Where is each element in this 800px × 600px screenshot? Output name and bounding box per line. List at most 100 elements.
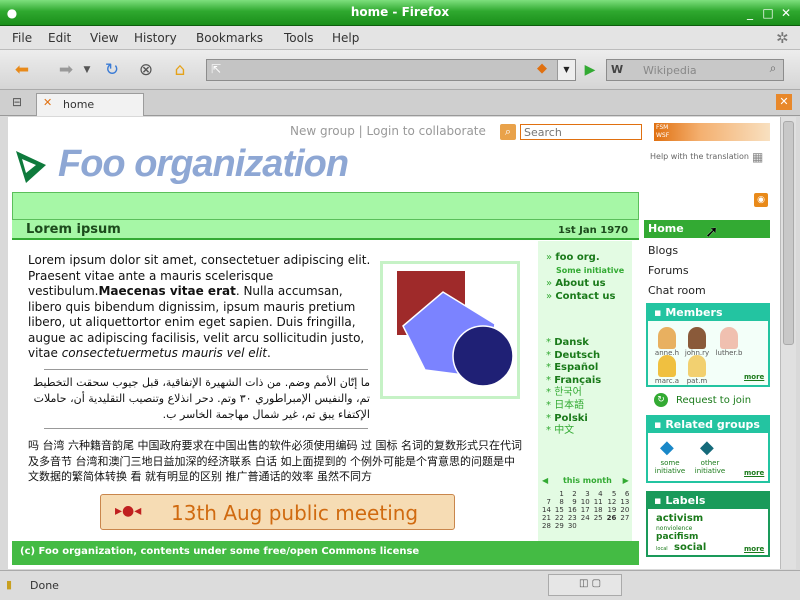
logo-icon[interactable] (14, 149, 48, 185)
site-logo-text[interactable]: Foo organization (58, 143, 349, 186)
vertical-scrollbar[interactable] (780, 117, 796, 569)
label-pacifism[interactable]: pacifism (656, 532, 698, 542)
contact-us-link[interactable]: Contact us (555, 291, 615, 302)
calendar-day[interactable]: 26 (605, 514, 619, 522)
calendar-day[interactable]: 25 (592, 514, 605, 522)
nav-chat[interactable]: Chat room (648, 284, 706, 297)
member-anne[interactable]: anne.h (652, 327, 682, 357)
calendar-day[interactable]: 13 (618, 498, 631, 506)
calendar-day[interactable]: 3 (579, 490, 592, 498)
calendar-day[interactable] (579, 522, 592, 530)
menu-view[interactable]: View (90, 31, 118, 45)
status-tools-icon[interactable]: ◫ ▢ (579, 578, 601, 589)
calendar-day[interactable]: 24 (579, 514, 592, 522)
lang-dansk[interactable]: Dansk (554, 337, 589, 348)
calendar-day[interactable]: 12 (605, 498, 619, 506)
rss-shield-icon[interactable]: ◆ (537, 61, 547, 76)
translate-icon[interactable]: ▦ (752, 150, 763, 164)
about-us-link[interactable]: About us (555, 278, 605, 289)
rss-feed-icon[interactable]: ◉ (754, 193, 768, 207)
new-group-link[interactable]: New group (290, 124, 355, 138)
menu-file[interactable]: File (12, 31, 32, 45)
member-john[interactable]: john.ry (682, 327, 712, 357)
calendar-day[interactable] (618, 522, 631, 530)
calendar-day[interactable] (605, 522, 619, 530)
some-initiative-link[interactable]: Some initiative (546, 264, 624, 277)
calendar-day[interactable]: 9 (566, 498, 579, 506)
lang-japanese[interactable]: 日本語 (554, 400, 584, 411)
reload-icon[interactable]: ↻ (100, 58, 124, 82)
close-icon[interactable]: ✕ (778, 5, 794, 21)
related-group-2[interactable]: other initiative (690, 459, 730, 475)
scrollbar-thumb[interactable] (783, 121, 794, 345)
site-search-input[interactable] (520, 124, 642, 140)
lang-deutsch[interactable]: Deutsch (554, 350, 600, 361)
calendar-day[interactable]: 8 (553, 498, 566, 506)
calendar-day[interactable]: 30 (566, 522, 579, 530)
calendar-day[interactable]: 2 (566, 490, 579, 498)
stop-icon[interactable]: ⊗ (134, 58, 158, 82)
calendar-day[interactable] (540, 490, 553, 498)
label-activism[interactable]: activism (656, 513, 703, 524)
calendar-day[interactable]: 14 (540, 506, 553, 514)
calendar-prev-icon[interactable]: ◀ (542, 476, 548, 485)
magnifier-icon[interactable]: ⌕ (763, 61, 783, 79)
calendar-day[interactable]: 19 (605, 506, 619, 514)
minimize-icon[interactable]: _ (742, 5, 758, 21)
menu-history[interactable]: History (134, 31, 177, 45)
calendar-day[interactable]: 5 (605, 490, 619, 498)
lang-espanol[interactable]: Español (554, 362, 598, 373)
related-more-link[interactable]: more (744, 469, 764, 477)
nav-blogs[interactable]: Blogs (648, 244, 678, 257)
nav-forums[interactable]: Forums (648, 264, 689, 277)
calendar-day[interactable] (592, 522, 605, 530)
tab-home[interactable]: ✕ home (36, 93, 144, 116)
members-more-link[interactable]: more (744, 373, 764, 381)
some-initiative-icon[interactable]: ◆ (660, 437, 674, 458)
home-icon[interactable]: ⌂ (168, 58, 192, 82)
member-pat[interactable]: pat.m (682, 355, 712, 385)
calendar-day[interactable]: 29 (553, 522, 566, 530)
url-dropdown-icon[interactable]: ▼ (557, 60, 575, 80)
close-tab-icon[interactable]: ✕ (776, 94, 792, 110)
label-nonviolence[interactable]: nonviolence (656, 525, 692, 532)
calendar-day[interactable]: 10 (579, 498, 592, 506)
maximize-icon[interactable]: □ (760, 5, 776, 21)
calendar-day[interactable]: 15 (553, 506, 566, 514)
label-social[interactable]: social (674, 542, 706, 553)
menu-tools[interactable]: Tools (284, 31, 314, 45)
request-join-link[interactable]: Request to join (676, 395, 751, 406)
calendar-day[interactable]: 21 (540, 514, 553, 522)
help-translation-link[interactable]: Help with the translation (650, 152, 749, 161)
url-bar[interactable]: ⇱ ◆ ▼ (206, 59, 576, 81)
history-dropdown-icon[interactable]: ▼ (80, 58, 94, 82)
event-banner[interactable]: ▸●◂ 13th Aug public meeting (100, 494, 455, 530)
label-local[interactable]: local (656, 546, 668, 552)
calendar-day[interactable]: 20 (618, 506, 631, 514)
related-group-1[interactable]: some initiative (650, 459, 690, 475)
calendar-day[interactable]: 17 (579, 506, 592, 514)
new-tab-icon[interactable]: ⊟ (12, 95, 22, 109)
request-join-icon[interactable]: ↻ (654, 393, 668, 407)
lang-korean[interactable]: 한국어 (554, 387, 582, 398)
calendar-day[interactable]: 23 (566, 514, 579, 522)
menu-help[interactable]: Help (332, 31, 359, 45)
lang-francais[interactable]: Français (554, 375, 601, 386)
member-luther[interactable]: luther.b (714, 327, 744, 357)
calendar-day[interactable]: 16 (566, 506, 579, 514)
calendar-day[interactable]: 7 (540, 498, 553, 506)
labels-more-link[interactable]: more (744, 545, 764, 553)
lang-chinese[interactable]: 中文 (554, 425, 574, 436)
calendar-day[interactable]: 18 (592, 506, 605, 514)
search-icon[interactable]: ⌕ (500, 124, 516, 140)
window-titlebar[interactable]: ● home - Firefox _ □ ✕ (0, 0, 800, 26)
fsm-badge[interactable]: FSM WSF (654, 123, 770, 141)
menu-edit[interactable]: Edit (48, 31, 71, 45)
lang-polski[interactable]: Polski (554, 413, 588, 424)
calendar-day[interactable]: 6 (618, 490, 631, 498)
forward-arrow-icon[interactable]: ➡ (54, 58, 78, 82)
calendar-day[interactable]: 11 (592, 498, 605, 506)
go-button-icon[interactable]: ▶ (578, 58, 602, 82)
other-initiative-icon[interactable]: ◆ (700, 437, 714, 458)
search-engine-box[interactable]: W Wikipedia ⌕ (606, 59, 784, 81)
